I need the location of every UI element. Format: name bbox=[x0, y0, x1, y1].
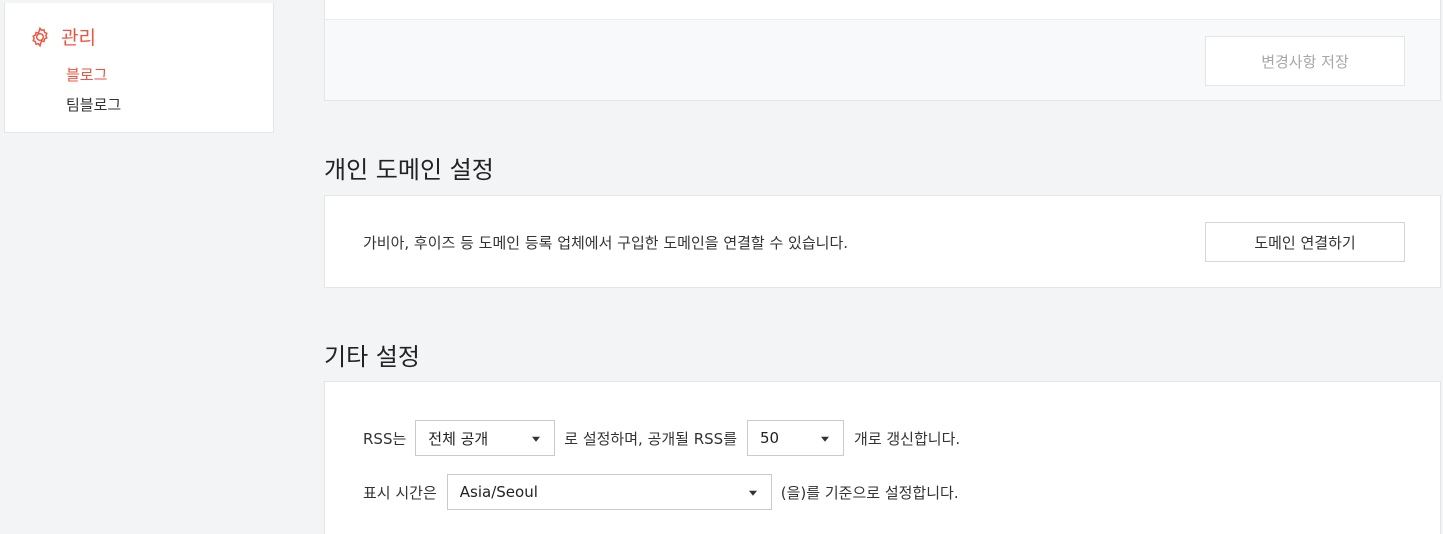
rss-suffix-label: 개로 갱신합니다. bbox=[854, 429, 961, 448]
rss-count-value: 50 bbox=[760, 429, 780, 447]
domain-section-title: 개인 도메인 설정 bbox=[324, 156, 494, 184]
domain-description: 가비아, 후이즈 등 도메인 등록 업체에서 구입한 도메인을 연결할 수 있습… bbox=[363, 234, 849, 252]
sidebar-item-blog[interactable]: 블로그 bbox=[66, 60, 121, 90]
etc-card: RSS는 전체 공개 로 설정하며, 공개될 RSS를 50 개로 갱신합니다.… bbox=[324, 381, 1441, 534]
sidebar-section-title: 관리 bbox=[61, 27, 96, 49]
card-content-strip bbox=[325, 0, 1440, 20]
sidebar-section-manage: 관리 블로그 팀블로그 bbox=[29, 23, 121, 120]
chevron-down-icon bbox=[821, 436, 830, 442]
previous-settings-card: 변경사항 저장 bbox=[324, 0, 1441, 101]
sidebar-submenu: 블로그 팀블로그 bbox=[66, 60, 121, 120]
chevron-down-icon bbox=[748, 490, 757, 496]
connect-domain-button[interactable]: 도메인 연결하기 bbox=[1205, 222, 1405, 262]
rss-count-select[interactable]: 50 bbox=[747, 420, 845, 456]
save-changes-button[interactable]: 변경사항 저장 bbox=[1205, 36, 1405, 86]
rss-visibility-select[interactable]: 전체 공개 bbox=[415, 420, 556, 456]
timezone-setting-row: 표시 시간은 Asia/Seoul (을)를 기준으로 설정합니다. bbox=[363, 474, 959, 510]
domain-card: 가비아, 후이즈 등 도메인 등록 업체에서 구입한 도메인을 연결할 수 있습… bbox=[324, 195, 1441, 288]
gear-icon bbox=[29, 26, 51, 48]
chevron-down-icon bbox=[532, 436, 541, 442]
sidebar-section-header[interactable]: 관리 bbox=[29, 23, 121, 50]
sidebar-item-teamblog[interactable]: 팀블로그 bbox=[66, 90, 121, 120]
timezone-suffix-label: (을)를 기준으로 설정합니다. bbox=[780, 483, 959, 502]
settings-page: 관리 블로그 팀블로그 변경사항 저장 개인 도메인 설정 가비아, 후이즈 등… bbox=[0, 0, 1443, 534]
rss-middle-label: 로 설정하며, 공개될 RSS를 bbox=[564, 429, 738, 448]
timezone-value: Asia/Seoul bbox=[459, 483, 538, 501]
rss-visibility-value: 전체 공개 bbox=[428, 429, 489, 448]
etc-section-title: 기타 설정 bbox=[324, 343, 420, 371]
rss-prefix-label: RSS는 bbox=[363, 429, 407, 448]
timezone-prefix-label: 표시 시간은 bbox=[363, 483, 437, 502]
rss-setting-row: RSS는 전체 공개 로 설정하며, 공개될 RSS를 50 개로 갱신합니다. bbox=[363, 420, 960, 456]
sidebar: 관리 블로그 팀블로그 bbox=[4, 3, 274, 133]
timezone-select[interactable]: Asia/Seoul bbox=[446, 474, 772, 510]
